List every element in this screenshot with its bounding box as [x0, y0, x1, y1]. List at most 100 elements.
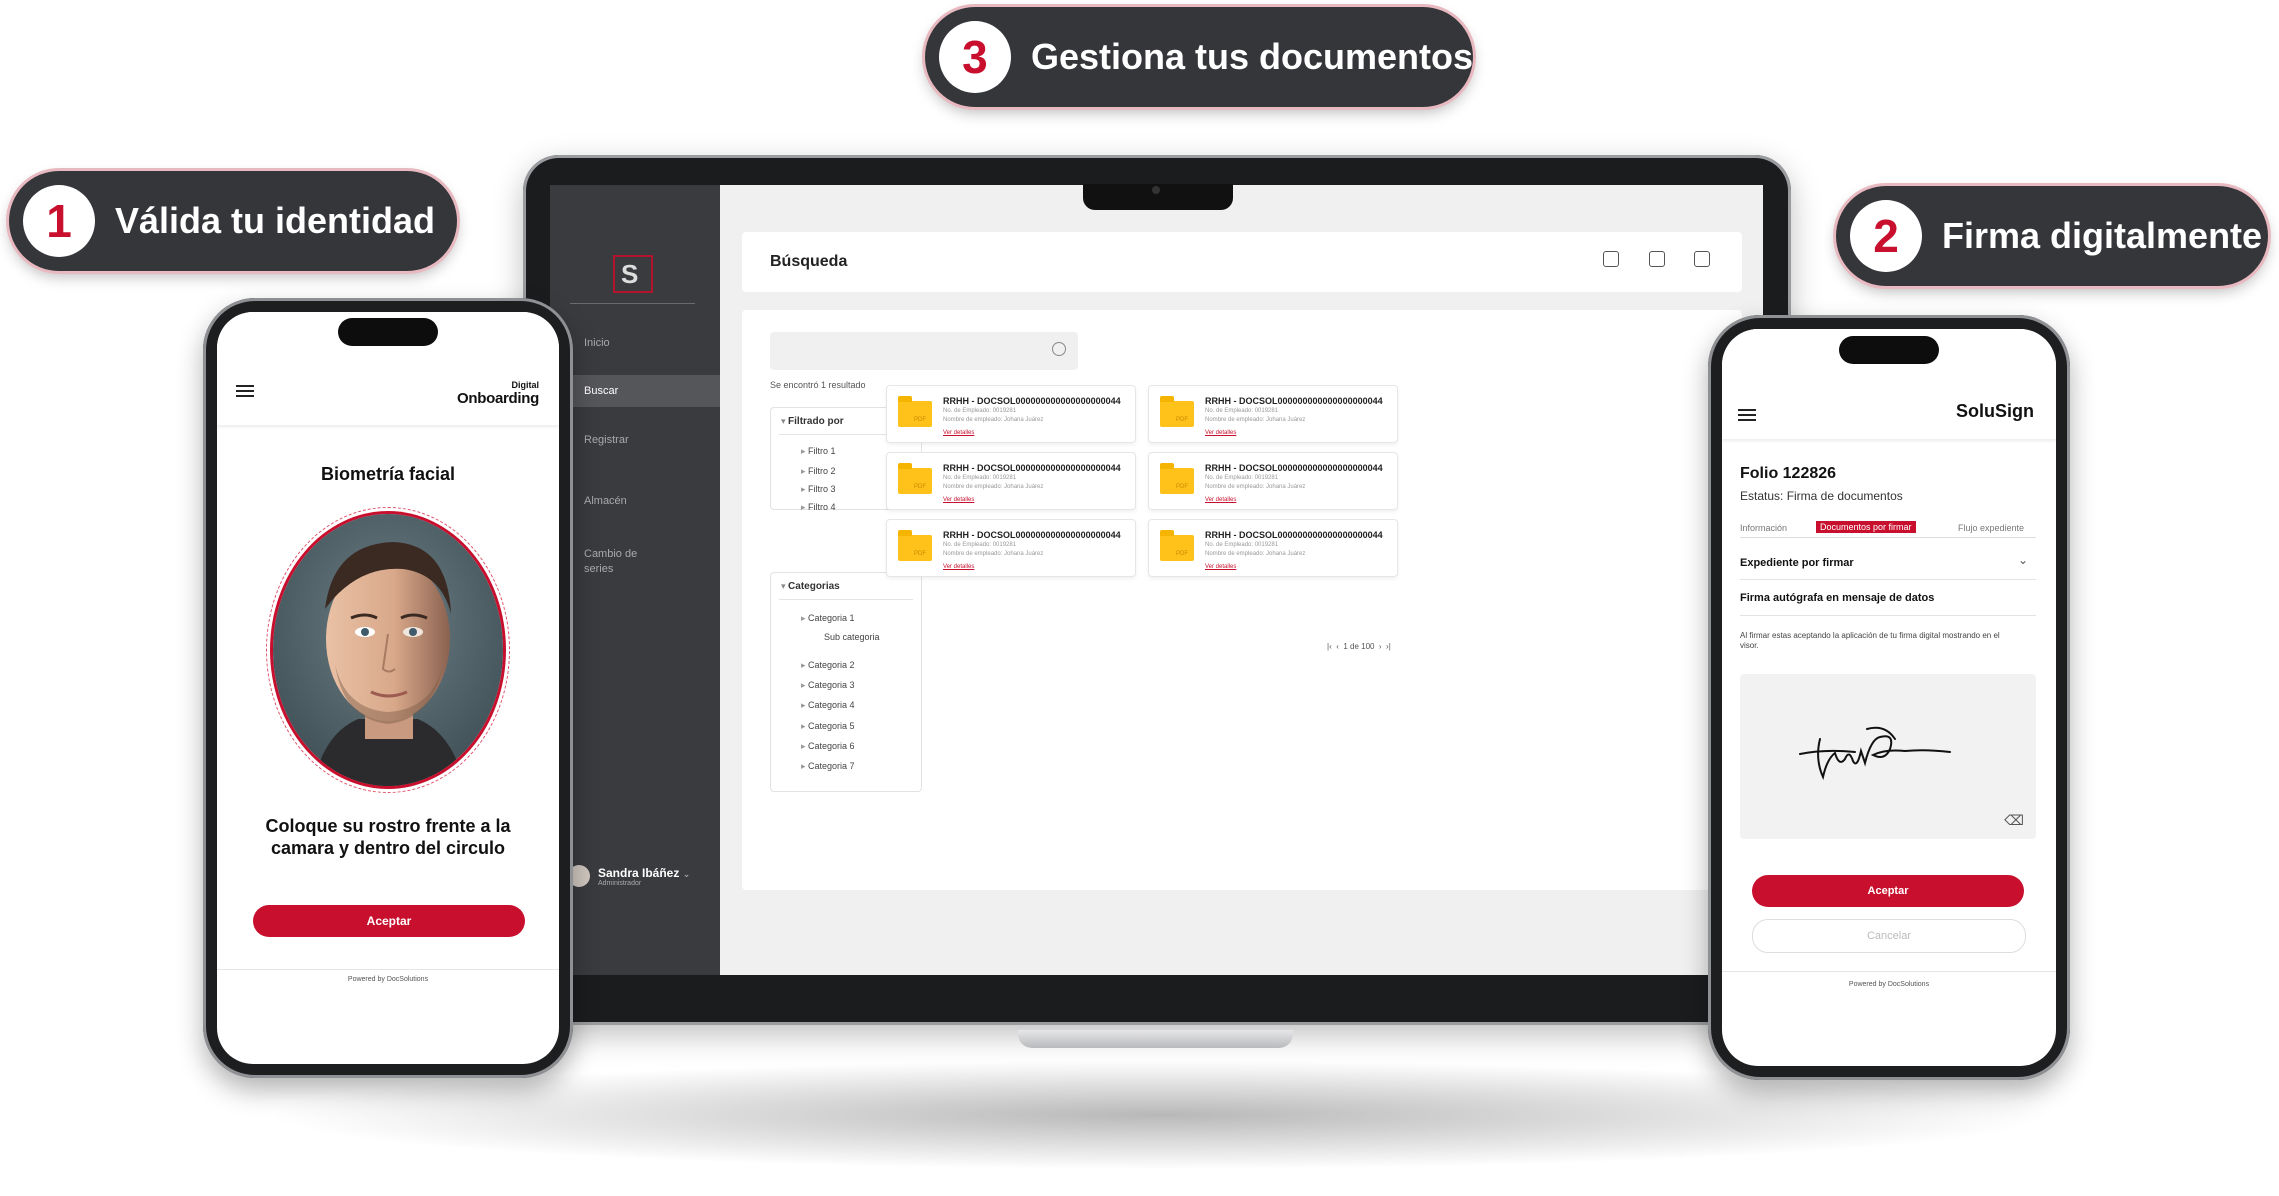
- employee-number: No. de Empleado: 0019281: [943, 542, 1017, 548]
- phone-left-screen: Digital Onboarding Biometría facial Colo…: [217, 312, 559, 1064]
- category-panel: Categorias Categoria 1 Sub categoria Cat…: [770, 572, 922, 792]
- category-item[interactable]: Categoria 5: [801, 721, 855, 732]
- cancel-button[interactable]: Cancelar: [1752, 919, 2026, 953]
- section-title: Biometría facial: [320, 464, 456, 484]
- brand-logo: SoluSign: [1956, 401, 2034, 421]
- employee-number: No. de Empleado: 0019281: [943, 475, 1017, 481]
- folder-icon: PDF: [1160, 530, 1194, 561]
- brand-bottom: Onboarding: [457, 390, 539, 407]
- step-label: Gestiona tus documentos: [1030, 36, 1473, 77]
- file-card[interactable]: PDF RRHH - DOCSOL000000000000000000044 N…: [1148, 385, 1398, 443]
- category-item[interactable]: Categoria 3: [801, 680, 855, 691]
- filter-item[interactable]: Filtro 3: [801, 484, 836, 495]
- filter-item[interactable]: Filtro 4: [801, 502, 836, 513]
- scan-icon[interactable]: [1603, 251, 1619, 267]
- sidebar-item-label: Almacén: [584, 495, 627, 507]
- chevron-down-icon[interactable]: ⌄: [2018, 553, 2028, 567]
- category-item[interactable]: Categoria 2: [801, 660, 855, 671]
- employee-name: Nombre de empleado: Johana Juárez: [943, 551, 1044, 557]
- folder-icon: PDF: [898, 530, 932, 561]
- category-title[interactable]: Categorias: [781, 581, 840, 592]
- sidebar-item-label: Cambio de series: [584, 548, 638, 575]
- footer: Powered by DocSolutions: [1848, 981, 1930, 988]
- employee-number: No. de Empleado: 0019281: [1205, 475, 1279, 481]
- divider: [779, 599, 913, 600]
- prev-page-icon[interactable]: ‹: [1336, 642, 1339, 651]
- save-icon[interactable]: [1649, 251, 1665, 267]
- tab-flujo[interactable]: Flujo expediente: [1958, 523, 2024, 533]
- sidebar-item-almacen[interactable]: ▭ Almacén: [550, 485, 720, 517]
- phone-right-screen: SoluSign Folio 122826 Estatus: Firma de …: [1722, 329, 2056, 1066]
- brand-logo: Digital Onboarding: [457, 380, 539, 407]
- accept-button[interactable]: Aceptar: [253, 905, 525, 937]
- file-card[interactable]: PDF RRHH - DOCSOL000000000000000000044 N…: [886, 519, 1136, 577]
- tab-informacion[interactable]: Información: [1740, 523, 1787, 533]
- employee-number: No. de Empleado: 0019281: [943, 408, 1017, 414]
- details-link[interactable]: Ver detalles: [1205, 564, 1236, 570]
- first-page-icon[interactable]: |‹: [1327, 642, 1332, 651]
- search-icon: [1052, 342, 1066, 356]
- search-input[interactable]: [770, 332, 1078, 370]
- details-link[interactable]: Ver detalles: [943, 497, 974, 503]
- folder-icon: PDF: [1160, 463, 1194, 494]
- header-card: Búsqueda: [742, 232, 1742, 292]
- section-expediente[interactable]: Expediente por firmar: [1740, 557, 1854, 569]
- step-number: 1: [23, 185, 95, 257]
- employee-name: Nombre de empleado: Johana Juárez: [943, 417, 1044, 423]
- subcategory-item[interactable]: Sub categoria: [824, 632, 880, 642]
- signature-pad[interactable]: ⌫: [1740, 674, 2036, 839]
- details-link[interactable]: Ver detalles: [943, 430, 974, 436]
- divider: [1740, 537, 2036, 538]
- menu-icon[interactable]: [1738, 409, 1756, 421]
- pagination: |‹ ‹ 1 de 100 › ›|: [1327, 642, 1391, 651]
- accept-button[interactable]: Aceptar: [1752, 875, 2024, 907]
- details-link[interactable]: Ver detalles: [943, 564, 974, 570]
- divider: [1722, 971, 2056, 972]
- category-item[interactable]: Categoria 4: [801, 700, 855, 711]
- step-2-pill: 2 Firma digitalmente: [1836, 186, 2268, 286]
- file-title: RRHH - DOCSOL000000000000000000044: [1205, 396, 1383, 406]
- category-item[interactable]: Categoria 1: [801, 613, 855, 624]
- sidebar: S ⌂ Inicio ○ Buscar ▤ Registrar ▭ Almacé…: [550, 185, 720, 975]
- document-search-icon[interactable]: [1694, 251, 1710, 267]
- employee-name: Nombre de empleado: Johana Juárez: [1205, 551, 1306, 557]
- sidebar-item-label: Inicio: [584, 337, 610, 349]
- user-profile[interactable]: Sandra Ibáñez ⌄ Administrador: [568, 865, 690, 887]
- next-page-icon[interactable]: ›: [1379, 642, 1382, 651]
- face-photo: [273, 514, 503, 786]
- eraser-icon[interactable]: ⌫: [2004, 812, 2024, 829]
- sidebar-item-buscar[interactable]: ○ Buscar: [550, 375, 720, 407]
- sidebar-item-inicio[interactable]: ⌂ Inicio: [550, 327, 720, 359]
- app-logo: S: [613, 255, 653, 293]
- step-number: 2: [1850, 200, 1922, 272]
- employee-number: No. de Empleado: 0019281: [1205, 408, 1279, 414]
- chevron-down-icon: ⌄: [682, 868, 691, 879]
- filter-item[interactable]: Filtro 1: [801, 446, 836, 457]
- search-results-card: Se encontró 1 resultado Filtrado por Fil…: [742, 310, 1742, 890]
- divider: [570, 303, 695, 304]
- category-item[interactable]: Categoria 6: [801, 741, 855, 752]
- details-link[interactable]: Ver detalles: [1205, 430, 1236, 436]
- category-item[interactable]: Categoria 7: [801, 761, 855, 772]
- step-label: Firma digitalmente: [1942, 215, 2263, 256]
- laptop-screen: S ⌂ Inicio ○ Buscar ▤ Registrar ▭ Almacé…: [550, 185, 1763, 975]
- status: Estatus: Firma de documentos: [1740, 489, 1903, 503]
- details-link[interactable]: Ver detalles: [1205, 497, 1236, 503]
- page-indicator: 1 de 100: [1343, 642, 1375, 651]
- sidebar-item-registrar[interactable]: ▤ Registrar: [550, 424, 720, 456]
- sidebar-item-label: Buscar: [584, 385, 619, 397]
- sidebar-item-cambio-series[interactable]: ↻ Cambio de series: [550, 547, 720, 583]
- tab-documentos[interactable]: Documentos por firmar: [1816, 521, 1916, 533]
- filter-title[interactable]: Filtrado por: [781, 416, 844, 427]
- file-card[interactable]: PDF RRHH - DOCSOL000000000000000000044 N…: [886, 385, 1136, 443]
- filter-item[interactable]: Filtro 2: [801, 466, 836, 477]
- step-label: Válida tu identidad: [115, 200, 436, 241]
- camera: [1152, 186, 1160, 194]
- file-card[interactable]: PDF RRHH - DOCSOL000000000000000000044 N…: [1148, 452, 1398, 510]
- folder-icon: PDF: [898, 396, 932, 427]
- user-role: Administrador: [598, 879, 642, 887]
- last-page-icon[interactable]: ›|: [1386, 642, 1391, 651]
- file-card[interactable]: PDF RRHH - DOCSOL000000000000000000044 N…: [886, 452, 1136, 510]
- menu-icon[interactable]: [236, 385, 254, 397]
- file-card[interactable]: PDF RRHH - DOCSOL000000000000000000044 N…: [1148, 519, 1398, 577]
